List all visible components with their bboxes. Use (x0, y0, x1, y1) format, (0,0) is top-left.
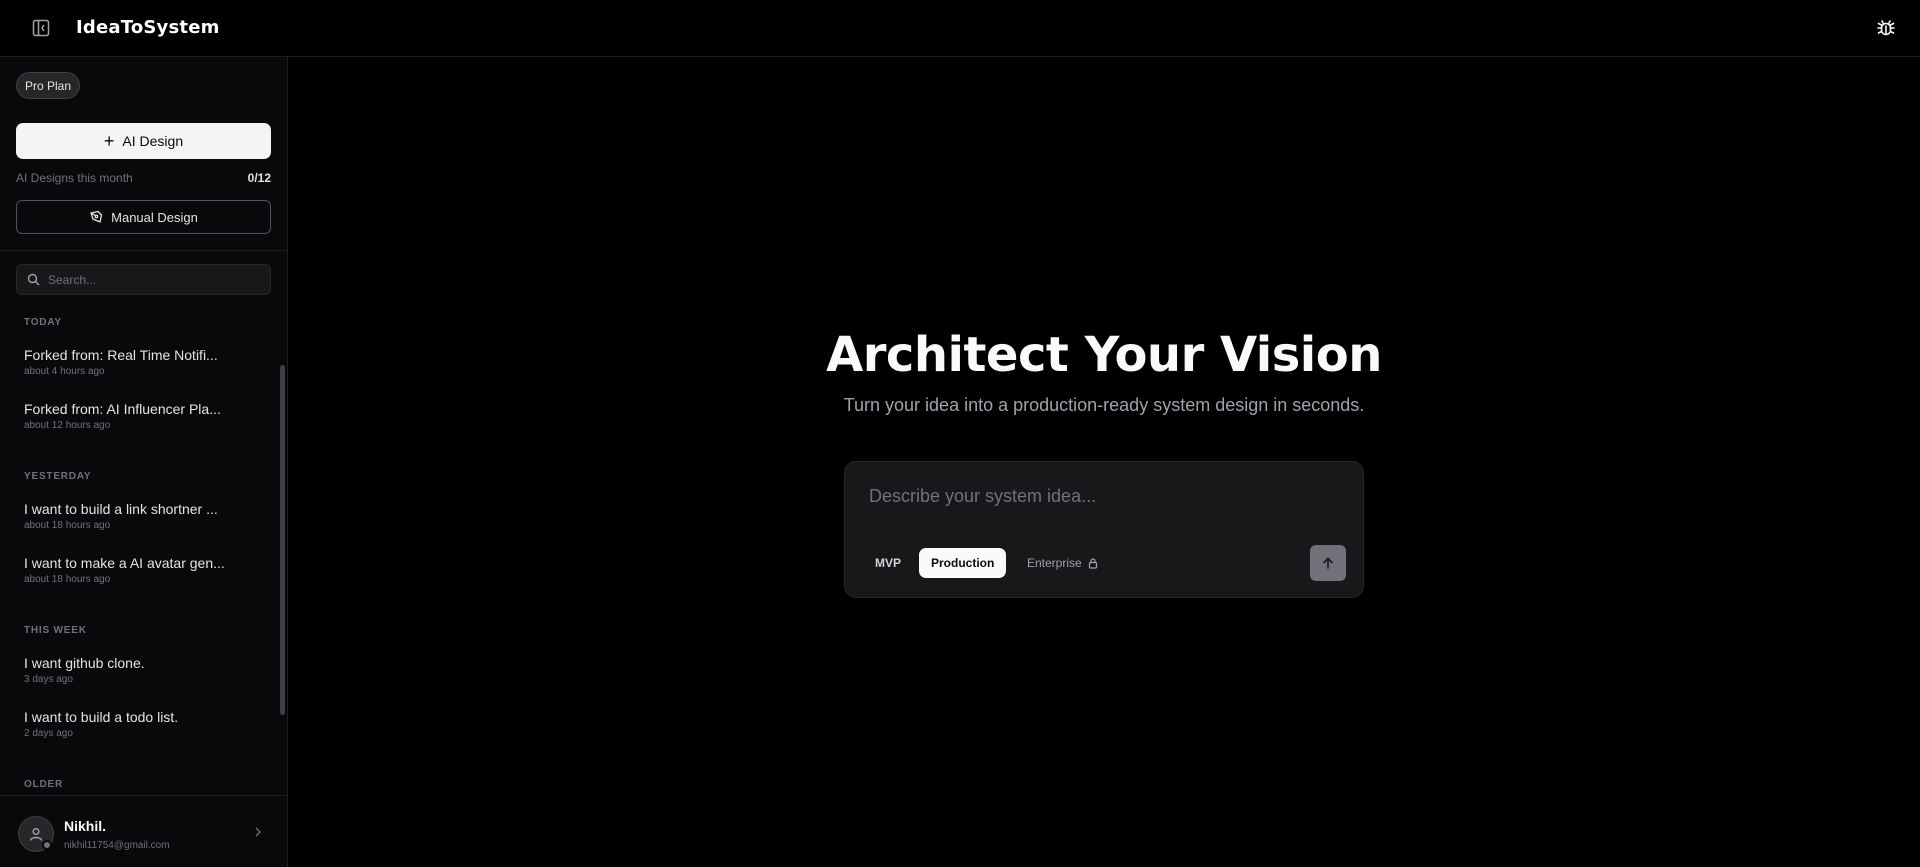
manual-design-label: Manual Design (111, 209, 198, 225)
sidebar-divider (0, 250, 287, 251)
group-title-today: TODAY (24, 317, 62, 328)
history-item[interactable]: I want to build a link shortner ... abou… (24, 501, 244, 531)
history-item-title: I want github clone. (24, 655, 145, 671)
sidebar-scrollbar[interactable] (280, 365, 285, 715)
tier-production-button[interactable]: Production (919, 548, 1007, 578)
bug-icon (1877, 20, 1895, 36)
history-list: TODAY Forked from: Real Time Notifi... a… (0, 307, 280, 797)
history-item[interactable]: Forked from: AI Influencer Pla... about … (24, 401, 244, 431)
prompt-card: MVP Production Enterprise (844, 461, 1364, 598)
group-title-older: OLDER (24, 779, 63, 790)
manual-design-button[interactable]: Manual Design (16, 200, 271, 234)
history-item-time: about 18 hours ago (24, 574, 111, 585)
app-root: IdeaToSystem Pro Plan + AI Design AI Des… (0, 0, 1920, 867)
history-item[interactable]: I want to make a AI avatar gen... about … (24, 555, 244, 585)
history-item-time: 2 days ago (24, 728, 73, 739)
page-title: Architect Your Vision (826, 327, 1382, 383)
user-name: Nikhil. (64, 818, 107, 834)
quota-label: AI Designs this month (16, 171, 133, 185)
search-input[interactable] (48, 272, 248, 287)
system-idea-input[interactable] (869, 482, 1329, 510)
arrow-up-icon (1323, 557, 1333, 569)
plan-badge: Pro Plan (16, 72, 81, 99)
lock-icon (1088, 557, 1097, 569)
user-email: nikhil11754@gmail.com (64, 840, 170, 851)
ai-design-button[interactable]: + AI Design (16, 123, 271, 159)
user-profile-button[interactable]: Nikhil. nikhil11754@gmail.com (0, 795, 287, 867)
history-item-time: about 18 hours ago (24, 520, 111, 531)
tier-enterprise-button[interactable]: Enterprise (1015, 548, 1110, 578)
history-item-time: about 12 hours ago (24, 420, 111, 431)
pen-tool-icon (90, 210, 103, 223)
sidebar-toggle-icon (32, 19, 50, 37)
top-bar: IdeaToSystem (0, 0, 1920, 57)
brand-logo-text[interactable]: IdeaToSystem (76, 17, 220, 38)
tier-enterprise-label: Enterprise (1027, 556, 1082, 570)
history-item-title: Forked from: Real Time Notifi... (24, 347, 218, 363)
history-item[interactable]: Forked from: Real Time Notifi... about 4… (24, 347, 244, 377)
history-item[interactable]: I want to build a todo list. 2 days ago (24, 709, 244, 739)
history-item-title: I want to make a AI avatar gen... (24, 555, 225, 571)
sidebar: Pro Plan + AI Design AI Designs this mon… (0, 57, 288, 867)
chevron-right-icon (255, 827, 261, 837)
ai-design-button-label: AI Design (122, 133, 184, 149)
design-quota: AI Designs this month 0/12 (16, 171, 271, 185)
group-title-this-week: THIS WEEK (24, 625, 87, 636)
history-item-title: Forked from: AI Influencer Pla... (24, 401, 221, 417)
history-item-time: 3 days ago (24, 674, 73, 685)
user-icon (29, 828, 43, 841)
page-subtitle: Turn your idea into a production-ready s… (843, 395, 1365, 415)
main-content: Architect Your Vision Turn your idea int… (288, 57, 1920, 867)
history-item-title: I want to build a link shortner ... (24, 501, 218, 517)
group-title-yesterday: YESTERDAY (24, 471, 92, 482)
tier-mvp-button[interactable]: MVP (863, 548, 913, 578)
bug-report-button[interactable] (1874, 16, 1898, 40)
search-icon (27, 273, 40, 286)
sidebar-toggle-button[interactable] (30, 17, 52, 39)
search-box[interactable] (16, 264, 271, 295)
history-item-time: about 4 hours ago (24, 366, 105, 377)
submit-button[interactable] (1310, 545, 1346, 581)
status-indicator (42, 840, 52, 850)
plus-icon: + (103, 131, 115, 151)
history-item-title: I want to build a todo list. (24, 709, 179, 725)
history-item[interactable]: I want github clone. 3 days ago (24, 655, 244, 685)
quota-value: 0/12 (247, 171, 271, 185)
